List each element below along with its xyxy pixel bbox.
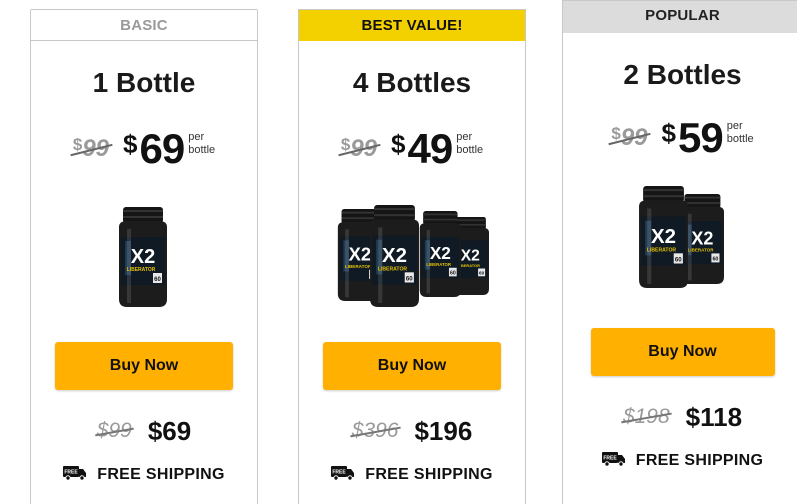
free-shipping-row: FREE FREE SHIPPING: [299, 463, 525, 487]
free-shipping-label: FREE SHIPPING: [635, 452, 764, 469]
truck-icon: FREE: [63, 465, 87, 486]
per-bottle-label: per bottle: [726, 120, 754, 145]
svg-text:X2: X2: [349, 244, 372, 265]
bottle-shape: X2LIBERATOR 60: [638, 186, 688, 288]
total-price-row: $198 $118: [563, 402, 797, 432]
svg-text:X2: X2: [461, 248, 480, 265]
svg-text:LIBERATOR: LIBERATOR: [345, 264, 372, 269]
bottle-group: X2 LIBERATOR 60: [109, 205, 179, 316]
total-price-row: $99 $69: [31, 416, 257, 446]
currency-symbol: $: [391, 129, 406, 159]
old-unit-price: $99: [611, 124, 648, 151]
bottle-shape: X2LIBERATOR 60: [119, 207, 167, 307]
pricing-card-popular: POPULAR 2 Bottles $99 $ 59 per bottle X2 L…: [562, 0, 797, 504]
total-new-price: $118: [685, 401, 743, 432]
buy-now-button[interactable]: Buy Now: [590, 328, 775, 376]
svg-text:60: 60: [479, 271, 485, 276]
truck-icon: FREE: [331, 465, 355, 486]
free-shipping-label: FREE SHIPPING: [97, 466, 225, 483]
product-image: X2LIBERATOR60X2LIBERATOR60X2LIBERATOR60X…: [299, 205, 525, 317]
bottle-group: X2 LIBERATOR 60 X2 LIBERATOR 60: [633, 186, 733, 297]
per-bottle-label: per bottle: [188, 131, 216, 156]
bottles-illustration: X2LIBERATOR60X2LIBERATOR60: [638, 186, 724, 288]
per-bottle-label: per bottle: [456, 131, 484, 156]
bottle-shape: X2LIBERATOR 60: [370, 205, 419, 307]
total-new-price: $69: [147, 415, 192, 446]
buy-now-button[interactable]: Buy Now: [323, 342, 501, 390]
plan-banner: BEST VALUE!: [299, 10, 525, 41]
svg-text:LIBERATOR: LIBERATOR: [646, 247, 676, 253]
svg-text:X2: X2: [430, 243, 451, 263]
old-unit-price: $99: [72, 135, 110, 162]
pricing-card-basic: BASIC 1 Bottle $99 $ 69 per bottle X2 LIBE…: [30, 9, 258, 504]
svg-text:X2: X2: [131, 246, 155, 268]
svg-text:X2: X2: [382, 245, 407, 267]
old-unit-price: $99: [340, 135, 378, 162]
bottles-illustration: X2LIBERATOR 60: [119, 207, 167, 307]
currency-symbol: $: [123, 129, 138, 159]
svg-text:60: 60: [450, 271, 456, 277]
free-shipping-label: FREE SHIPPING: [365, 466, 493, 483]
product-image: X2 LIBERATOR 60: [31, 205, 257, 317]
free-shipping-row: FREE FREE SHIPPING: [563, 449, 797, 473]
plan-title: 4 Bottles: [352, 67, 472, 98]
unit-price: 69: [139, 125, 186, 172]
svg-text:60: 60: [154, 277, 161, 283]
bottles-illustration: X2LIBERATOR60X2LIBERATOR60X2LIBERATOR60X…: [337, 205, 489, 307]
bottle-group: X2LIBERATOR60X2LIBERATOR60X2LIBERATOR60X…: [332, 205, 492, 316]
total-old-price: $99: [96, 419, 132, 442]
bottle-shape: X2LIBERATOR 60: [419, 211, 461, 297]
svg-text:X2: X2: [651, 226, 676, 248]
unit-price: 59: [678, 114, 724, 161]
svg-text:FREE: FREE: [603, 455, 617, 461]
svg-text:60: 60: [406, 275, 413, 282]
unit-price: 49: [407, 125, 454, 172]
total-old-price: $198: [622, 405, 670, 428]
svg-text:FREE: FREE: [65, 469, 79, 475]
svg-text:LIBERATOR: LIBERATOR: [378, 266, 408, 272]
svg-text:LIBERATOR: LIBERATOR: [687, 248, 714, 253]
svg-text:FREE: FREE: [333, 469, 347, 475]
plan-title: 2 Bottles: [623, 59, 742, 90]
free-shipping-row: FREE FREE SHIPPING: [31, 463, 257, 487]
buy-now-button[interactable]: Buy Now: [55, 342, 233, 390]
total-new-price: $196: [414, 415, 473, 446]
svg-text:60: 60: [712, 257, 718, 263]
price-row: $99 $ 49 per bottle: [299, 125, 525, 173]
currency-symbol: $: [661, 118, 676, 148]
pricing-card-best-value: BEST VALUE! 4 Bottles $99 $ 49 per bottle…: [298, 9, 526, 504]
svg-text:X2: X2: [691, 228, 713, 248]
truck-icon: FREE: [601, 451, 626, 472]
total-price-row: $396 $196: [299, 416, 525, 446]
plan-banner: POPULAR: [563, 1, 797, 33]
svg-text:LIBERATOR: LIBERATOR: [426, 262, 452, 267]
svg-text:LIBERATOR: LIBERATOR: [127, 267, 156, 273]
product-image: X2 LIBERATOR 60 X2 LIBERATOR 60: [563, 186, 797, 298]
plan-banner: BASIC: [31, 10, 257, 41]
svg-text:60: 60: [674, 256, 681, 263]
price-row: $99 $ 59 per bottle: [563, 114, 797, 162]
price-row: $99 $ 69 per bottle: [31, 125, 257, 173]
total-old-price: $396: [351, 419, 399, 442]
plan-title: 1 Bottle: [92, 67, 196, 98]
